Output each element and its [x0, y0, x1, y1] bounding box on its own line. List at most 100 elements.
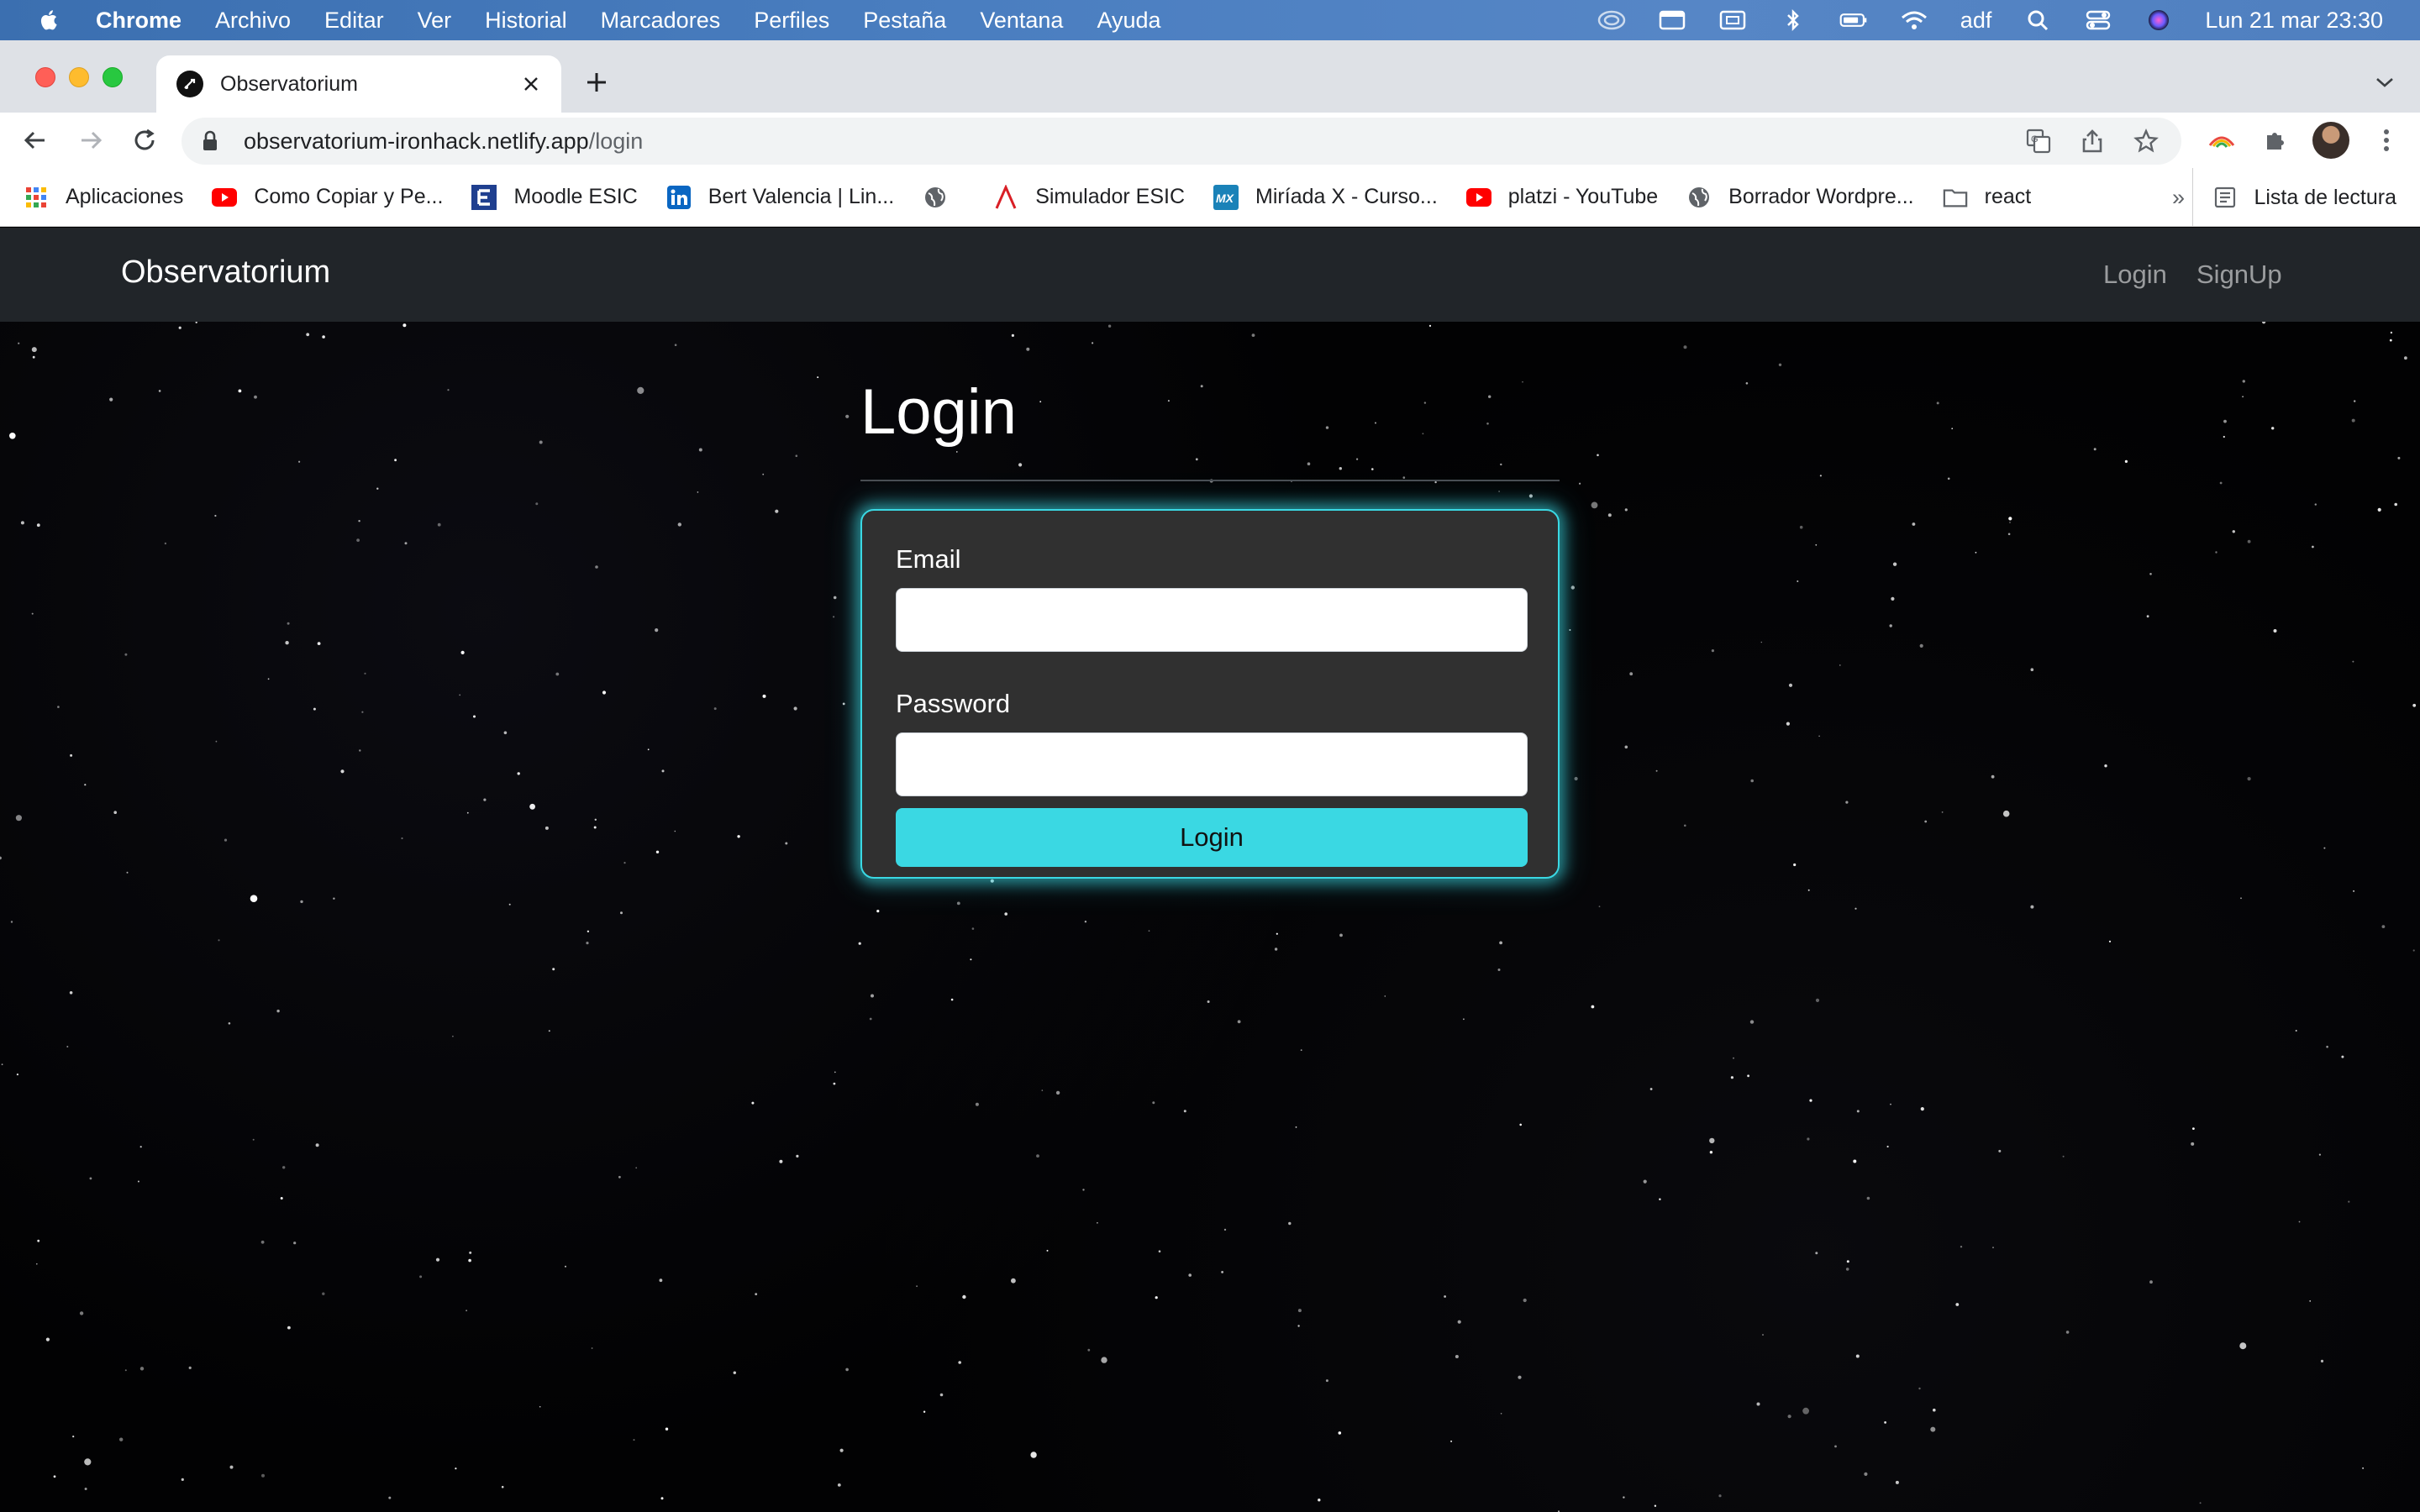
svg-text:MX: MX	[1216, 192, 1235, 205]
menu-bar-tray: adf Lun 21 mar 23:30	[1565, 0, 2383, 40]
url-text[interactable]: observatorium-ironhack.netlify.app/login	[244, 129, 643, 155]
menu-chrome[interactable]: Chrome	[96, 8, 182, 34]
bookmark-moodle-esic[interactable]: Moodle ESIC	[471, 184, 638, 210]
creative-cloud-icon[interactable]	[1597, 8, 1626, 32]
macos-menu-bar: Chrome Archivo Editar Ver Historial Marc…	[0, 0, 2420, 40]
globe-icon	[1686, 185, 1712, 210]
apps-grid-icon	[24, 185, 49, 210]
bookmark-label: Aplicaciones	[66, 185, 184, 208]
share-icon[interactable]	[2077, 126, 2107, 156]
site-brand[interactable]: Observatorium	[121, 255, 330, 291]
bookmark-como-copiar[interactable]: Como Copiar y Pe...	[212, 185, 443, 210]
bookmark-borrador-wordpress[interactable]: Borrador Wordpre...	[1686, 185, 1914, 210]
bookmark-label: Bert Valencia | Lin...	[708, 185, 895, 208]
clock[interactable]: Lun 21 mar 23:30	[2205, 8, 2383, 34]
reading-list-button[interactable]: Lista de lectura	[2192, 168, 2396, 227]
nav-login-link[interactable]: Login	[2103, 260, 2167, 290]
reading-list-label: Lista de lectura	[2254, 185, 2396, 209]
forward-arrow-icon[interactable]	[74, 123, 108, 157]
kebab-menu-icon[interactable]	[2370, 123, 2403, 157]
youtube-icon	[1465, 185, 1491, 210]
battery-icon[interactable]	[1839, 8, 1868, 32]
bookmark-label: Miríada X - Curso...	[1255, 185, 1438, 208]
reading-list-icon	[2213, 186, 2237, 209]
menu-ventana[interactable]: Ventana	[980, 8, 1063, 34]
lock-icon[interactable]	[200, 129, 220, 153]
new-tab-icon[interactable]	[580, 66, 613, 99]
reload-icon[interactable]	[128, 123, 161, 157]
siri-icon[interactable]	[2144, 8, 2173, 32]
window-zoom-button[interactable]	[103, 67, 123, 87]
window-close-button[interactable]	[35, 67, 55, 87]
menu-archivo[interactable]: Archivo	[215, 8, 291, 34]
site-navbar: Observatorium Login SignUp	[0, 228, 2420, 322]
login-form-card: Email Password Login	[860, 509, 1560, 879]
apple-icon[interactable]	[37, 8, 62, 33]
browser-toolbar: observatorium-ironhack.netlify.app/login…	[0, 113, 2420, 168]
menu-historial[interactable]: Historial	[485, 8, 567, 34]
spotlight-search-icon[interactable]	[2023, 8, 2052, 32]
url-host: observatorium-ironhack.netlify.app	[244, 128, 589, 154]
wifi-icon[interactable]	[1900, 8, 1928, 32]
bluetooth-icon[interactable]	[1779, 8, 1807, 32]
tab-observatorium[interactable]: Observatorium	[156, 55, 561, 113]
bookmarks-overflow-chevron[interactable]: »	[2172, 185, 2185, 211]
address-bar-actions: G	[2000, 118, 2161, 165]
globe-icon	[923, 185, 948, 210]
address-bar[interactable]: observatorium-ironhack.netlify.app/login…	[182, 118, 2181, 165]
menu-pestana[interactable]: Pestaña	[863, 8, 946, 34]
bookmark-label: Como Copiar y Pe...	[254, 185, 444, 208]
bookmark-star-icon[interactable]	[2131, 126, 2161, 156]
simulador-icon	[993, 184, 1018, 210]
extensions-puzzle-icon[interactable]	[2259, 123, 2292, 157]
title-divider	[860, 480, 1560, 481]
linkedin-icon	[666, 185, 692, 210]
back-arrow-icon[interactable]	[18, 123, 52, 157]
esic-icon	[471, 184, 497, 210]
miriada-icon: MX	[1213, 184, 1239, 210]
toolbar-extensions	[2185, 119, 2403, 161]
control-center-icon[interactable]	[2084, 8, 2112, 32]
page-title: Login	[860, 376, 1017, 448]
bookmark-label: Borrador Wordpre...	[1728, 185, 1914, 208]
bookmark-miriada[interactable]: MX Miríada X - Curso...	[1213, 184, 1438, 210]
tab-strip: Observatorium	[0, 40, 2420, 113]
url-path: /login	[588, 128, 644, 154]
menu-editar[interactable]: Editar	[324, 8, 384, 34]
bookmark-aplicaciones[interactable]: Aplicaciones	[24, 185, 183, 210]
bookmark-label: react	[1984, 185, 2032, 208]
bookmark-label: Moodle ESIC	[513, 185, 638, 208]
folder-icon	[1943, 185, 1968, 210]
youtube-icon	[212, 185, 238, 210]
observatorium-favicon-icon	[176, 71, 203, 97]
chevron-down-icon[interactable]	[2373, 71, 2396, 94]
bookmark-globe[interactable]	[923, 185, 965, 210]
profile-avatar[interactable]	[2312, 122, 2349, 159]
bookmark-react-folder[interactable]: react	[1943, 185, 2032, 210]
screen-capture-icon[interactable]	[1718, 8, 1747, 32]
tab-title: Observatorium	[220, 71, 358, 96]
calendar-widget-icon[interactable]	[1658, 8, 1686, 32]
email-label: Email	[896, 544, 961, 574]
login-submit-button[interactable]: Login	[896, 808, 1528, 867]
email-field[interactable]	[896, 588, 1528, 652]
menu-ayuda[interactable]: Ayuda	[1097, 8, 1160, 34]
bookmark-label: platzi - YouTube	[1507, 185, 1659, 208]
bookmark-simulador-esic[interactable]: Simulador ESIC	[993, 184, 1186, 210]
bookmarks-bar: Aplicaciones Como Copiar y Pe... Moodle …	[0, 168, 2420, 227]
window-minimize-button[interactable]	[69, 67, 89, 87]
password-field[interactable]	[896, 732, 1528, 796]
menu-ver[interactable]: Ver	[418, 8, 452, 34]
input-source[interactable]: adf	[1960, 8, 1992, 34]
svg-text:G: G	[2031, 134, 2039, 144]
tab-close-icon[interactable]	[518, 71, 544, 97]
nav-signup-link[interactable]: SignUp	[2196, 260, 2282, 290]
bookmark-linkedin[interactable]: Bert Valencia | Lin...	[666, 185, 894, 210]
menu-perfiles[interactable]: Perfiles	[754, 8, 829, 34]
menu-marcadores[interactable]: Marcadores	[601, 8, 721, 34]
rainbow-extension-icon[interactable]	[2205, 123, 2238, 157]
bookmark-platzi[interactable]: platzi - YouTube	[1465, 185, 1659, 210]
bookmark-label: Simulador ESIC	[1035, 185, 1186, 208]
page-content: Observatorium Login SignUp Login Email P…	[0, 228, 2420, 1512]
translate-icon[interactable]: G	[2023, 126, 2054, 156]
